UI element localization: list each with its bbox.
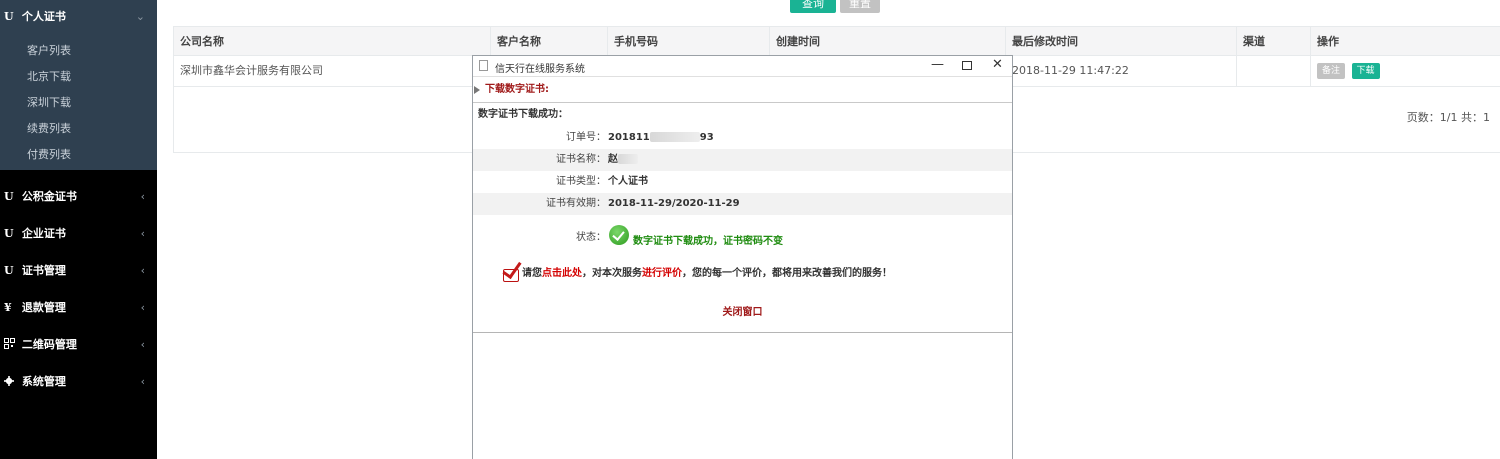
status-text: 数字证书下载成功，证书密码不变 [633, 235, 783, 247]
validity-value: 2018-11-29/2020-11-29 [608, 198, 740, 209]
company-cell: 深圳市鑫华会计服务有限公司 [174, 56, 491, 86]
channel-cell [1237, 56, 1311, 86]
chevron-left-icon: ‹ [140, 227, 145, 240]
dialog-titlebar: 信天行在线服务系统 — ✕ [473, 56, 1012, 77]
sidebar-item-renewal-list[interactable]: 续费列表 [0, 116, 157, 142]
cert-icon: U [4, 10, 14, 23]
validity-row: 证书有效期： 2018-11-29/2020-11-29 [473, 193, 1012, 215]
document-icon [479, 60, 488, 71]
order-label: 订单号： [566, 132, 606, 143]
yen-icon: ¥ [4, 301, 12, 314]
order-prefix: 201811 [608, 132, 650, 143]
query-button[interactable]: 查询 [790, 0, 836, 13]
minimize-button[interactable]: — [931, 57, 944, 72]
nav-group-enterprise-cert[interactable]: U 企业证书 ‹ [0, 215, 157, 252]
note-button[interactable]: 备注 [1317, 63, 1346, 79]
success-title: 数字证书下载成功： [478, 109, 568, 120]
maximize-button[interactable] [962, 61, 972, 70]
column-header: 渠道 [1237, 27, 1311, 55]
chevron-left-icon: ‹ [140, 375, 145, 388]
status-label: 状态： [576, 231, 606, 243]
reset-button[interactable]: 重置 [840, 0, 880, 13]
cert-icon: U [4, 227, 14, 240]
column-header: 客户名称 [491, 27, 608, 55]
rating-prompt: 请您 点击此处 ，对本次服务 进行评价 ，您的每一个评价，都将用来改善我们的服务… [473, 255, 1012, 287]
column-header: 操作 [1317, 35, 1339, 48]
rating-text: 请您 [522, 267, 542, 279]
order-value: 201811 93 [606, 127, 714, 149]
validity-label: 证书有效期： [546, 198, 606, 209]
rating-text: ，您的每一个评价，都将用来改善我们的服务！ [682, 267, 892, 279]
submenu: 客户列表 北京下载 深圳下载 续费列表 付费列表 [0, 34, 157, 170]
column-header: 最后修改时间 [1006, 27, 1237, 55]
nav-group-cert-management[interactable]: U 证书管理 ‹ [0, 252, 157, 289]
nav-group-label: 系统管理 [21, 375, 66, 388]
close-window-button[interactable]: ✕ [992, 57, 1003, 72]
cert-type-value: 个人证书 [608, 176, 648, 187]
rating-text: ，对本次服务 [582, 267, 642, 279]
redacted-blur [649, 132, 700, 142]
actions-cell: 备注 下载 [1311, 56, 1500, 86]
cert-name-row: 证书名称： 赵 [473, 149, 1012, 171]
nav-group-label: 退款管理 [21, 301, 66, 314]
order-row: 订单号： 201811 93 [473, 127, 1012, 149]
status-row: 状态： 数字证书下载成功，证书密码不变 [473, 215, 1012, 255]
cert-name-value: 赵 [606, 149, 638, 171]
chevron-down-icon: ⌄ [135, 10, 145, 23]
nav-group-refund-management[interactable]: ¥ 退款管理 ‹ [0, 289, 157, 326]
close-window-link[interactable]: 关闭窗口 [473, 293, 1012, 333]
check-circle-icon [609, 225, 629, 245]
nav-group-label: 证书管理 [21, 264, 66, 277]
column-header: 创建时间 [770, 27, 1006, 55]
download-dialog: 信天行在线服务系统 — ✕ 下载数字证书: 数字证书下载成功： 订单号： 201… [472, 55, 1013, 459]
column-header: 手机号码 [608, 27, 770, 55]
nav-group-system-management[interactable]: 系统管理 ‹ [0, 363, 157, 400]
triangle-right-icon [474, 86, 480, 94]
rating-link[interactable]: 点击此处 [542, 264, 582, 279]
sidebar: U 个人证书 ⌄ 客户列表 北京下载 深圳下载 续费列表 付费列表 U 公积金证… [0, 0, 157, 459]
rating-emphasis: 进行评价 [642, 267, 682, 279]
chevron-left-icon: ‹ [140, 301, 145, 314]
nav-group-label: 个人证书 [21, 10, 66, 23]
sidebar-item-shenzhen-download[interactable]: 深圳下载 [0, 90, 157, 116]
nav-group-fund-cert[interactable]: U 公积金证书 ‹ [0, 178, 157, 215]
redacted-blur [618, 154, 638, 164]
section-title-text: 下载数字证书: [485, 84, 549, 95]
nav-group-personal-cert[interactable]: U 个人证书 ⌄ [0, 0, 157, 34]
cert-name-prefix: 赵 [608, 154, 618, 165]
cert-name-label: 证书名称： [556, 154, 606, 165]
chevron-left-icon: ‹ [140, 190, 145, 203]
modified-cell: 2018-11-29 11:47:22 [1006, 56, 1237, 86]
nav-group-label: 企业证书 [21, 227, 66, 240]
cert-icon: U [4, 190, 14, 203]
column-header: 公司名称 [174, 27, 491, 55]
sidebar-item-payment-list[interactable]: 付费列表 [0, 142, 157, 168]
table-header: 公司名称 客户名称 手机号码 创建时间 最后修改时间 渠道 操作 [174, 27, 1500, 56]
nav-group-label: 二维码管理 [21, 338, 77, 351]
checkmark-icon [500, 261, 520, 282]
chevron-left-icon: ‹ [140, 338, 145, 351]
gear-icon [4, 363, 18, 400]
section-title: 下载数字证书: [473, 77, 1012, 103]
nav-group-label: 公积金证书 [21, 190, 77, 203]
order-suffix: 93 [699, 132, 714, 143]
cert-type-row: 证书类型： 个人证书 [473, 171, 1012, 193]
dialog-title: 信天行在线服务系统 [495, 64, 585, 75]
nav-group-qrcode-management[interactable]: 二维码管理 ‹ [0, 326, 157, 363]
sidebar-item-customer-list[interactable]: 客户列表 [0, 38, 157, 64]
divider [473, 332, 1012, 333]
download-button[interactable]: 下载 [1351, 63, 1380, 79]
cert-type-label: 证书类型： [556, 176, 606, 187]
pagination-info: 页数：1/1 共：1 [1406, 111, 1490, 124]
chevron-left-icon: ‹ [140, 264, 145, 277]
cert-icon: U [4, 264, 14, 277]
sidebar-item-beijing-download[interactable]: 北京下载 [0, 64, 157, 90]
qr-code-icon [4, 326, 18, 363]
